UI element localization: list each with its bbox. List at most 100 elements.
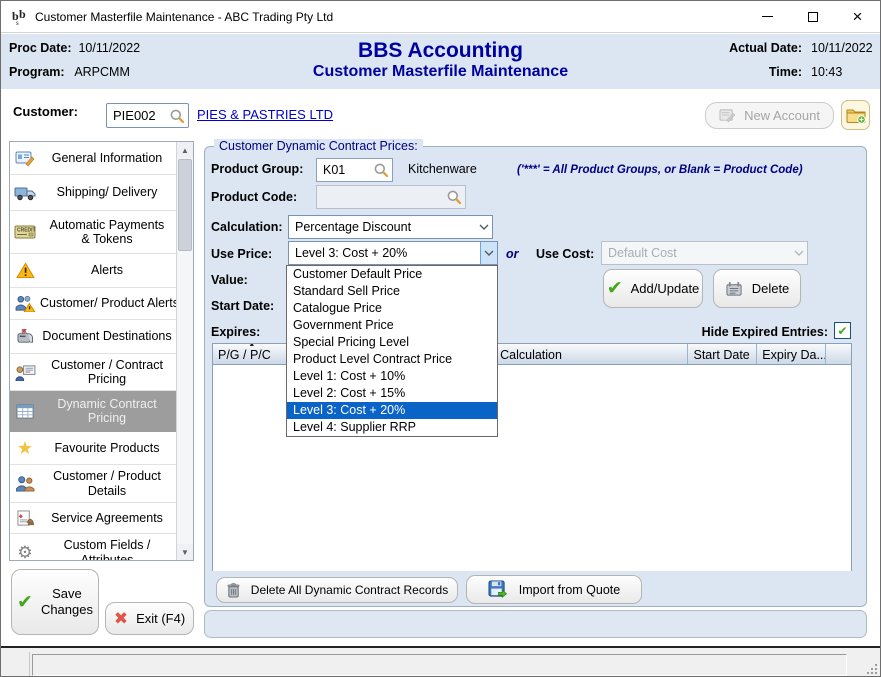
svg-text:s: s [16,19,19,26]
sidebar-item-label: Favourite Products [40,441,176,455]
app-window: bbs Customer Masterfile Maintenance - AB… [0,0,881,677]
dropdown-option-level-1-cost-10[interactable]: Level 1: Cost + 10% [287,368,497,385]
import-from-quote-button[interactable]: Import from Quote [466,575,642,604]
sidebar-item-customer-contract-pricing[interactable]: Customer / ContractPricing [10,354,176,391]
grid-column-header-start-date[interactable]: Start Date [688,344,757,364]
grid-column-label: Calculation [500,348,562,362]
sidebar-list: General Information Shipping/ Delivery CRE… [10,142,176,560]
dropdown-option-product-level-contract-price[interactable]: Product Level Contract Price [287,351,497,368]
grid-column-header-calculation[interactable]: Calculation [495,344,688,364]
svg-text:CREDIT: CREDIT [17,228,36,234]
grid-column-header-expiry-da[interactable]: Expiry Da... [757,344,826,364]
status-message-area [32,654,847,676]
delete-all-records-button[interactable]: Delete All Dynamic Contract Records [216,577,458,603]
sidebar-item-document-destinations[interactable]: Document Destinations [10,320,176,354]
save-changes-button[interactable]: ✔ SaveChanges [11,569,99,635]
rolodex-icon [725,280,744,297]
grid-column-header-p-g-p-c[interactable]: ▲P/G / P/C [213,344,292,364]
sidebar-item-customer-product-alerts[interactable]: Customer/ Product Alerts [10,288,176,320]
product-group-name: Kitchenware [408,162,477,176]
grid-column-header[interactable] [826,344,851,364]
people-icon [10,475,40,492]
sidebar-item-general-information[interactable]: General Information [10,142,176,175]
delete-button[interactable]: Delete [713,269,801,308]
sidebar-item-favourite-products[interactable]: ★Favourite Products [10,432,176,465]
scroll-up-icon[interactable]: ▲ [177,142,193,158]
scroll-down-icon[interactable]: ▼ [177,544,193,560]
actual-date-label: Actual Date: [729,41,802,55]
minimize-button[interactable] [745,1,790,32]
person-board-icon [10,364,40,381]
dropdown-option-level-2-cost-15[interactable]: Level 2: Cost + 15% [287,385,497,402]
grid-table-icon [10,403,40,420]
dropdown-option-level-3-cost-20[interactable]: Level 3: Cost + 20% [287,402,497,419]
chevron-down-icon[interactable] [480,242,497,264]
time-value: 10:43 [811,65,842,79]
use-price-dropdown: Customer Default PriceStandard Sell Pric… [286,265,498,437]
use-price-select[interactable]: Level 3: Cost + 20% [288,241,498,265]
sidebar-item-label: Customer / ContractPricing [40,358,176,387]
dropdown-option-level-4-supplier-rrp[interactable]: Level 4: Supplier RRP [287,419,497,436]
chevron-down-icon [790,242,807,264]
dropdown-option-standard-sell-price[interactable]: Standard Sell Price [287,283,497,300]
customer-name-link[interactable]: PIES & PASTRIES LTD [197,107,333,122]
customer-row: Customer: PIE002 PIES & PASTRIES LTD New… [1,89,880,139]
product-code-input[interactable] [316,185,466,209]
save-changes-label: SaveChanges [41,586,93,619]
check-icon: ✔ [17,593,33,612]
resize-grip[interactable] [864,661,878,675]
grid-column-label: Start Date [693,348,749,362]
exit-label: Exit (F4) [136,611,185,626]
chevron-down-icon[interactable] [475,216,492,238]
search-icon[interactable] [446,189,462,205]
maximize-button[interactable] [790,1,835,32]
value-label: Value: [211,273,248,287]
product-group-value: K01 [323,163,345,177]
hide-expired-label: Hide Expired Entries: [641,325,828,339]
exit-button[interactable]: ✖ Exit (F4) [105,602,194,635]
folder-add-icon [846,106,866,124]
close-icon: × [853,8,863,25]
hide-expired-checkbox[interactable]: ✔ [834,322,851,339]
panel-legend: Customer Dynamic Contract Prices: [214,139,423,153]
sidebar-item-label: Custom Fields /Attributes [40,538,176,560]
product-group-label: Product Group: [211,162,303,176]
delete-all-label: Delete All Dynamic Contract Records [251,583,448,597]
maximize-icon [808,12,818,22]
dropdown-option-catalogue-price[interactable]: Catalogue Price [287,300,497,317]
id-card-icon [10,148,40,168]
use-price-label: Use Price: [211,247,272,261]
use-cost-label: Use Cost: [536,247,594,261]
use-cost-select[interactable]: Default Cost [601,241,808,265]
close-button[interactable]: × [835,1,880,32]
customer-code-input[interactable]: PIE002 [106,103,189,128]
status-bar [1,646,880,677]
scrollbar-thumb[interactable] [178,159,192,251]
add-update-button[interactable]: ✔Add/Update [603,269,703,308]
new-account-button[interactable]: New Account [705,102,834,129]
calculation-select[interactable]: Percentage Discount [288,215,493,239]
svg-text:b: b [19,8,26,21]
dropdown-option-special-pricing-level[interactable]: Special Pricing Level [287,334,497,351]
sidebar-item-automatic-payments-tokens[interactable]: CREDITAutomatic Payments& Tokens [10,211,176,254]
customer-label: Customer: [13,104,78,119]
sidebar-item-custom-fields-attributes[interactable]: ⚙Custom Fields /Attributes [10,534,176,560]
dropdown-option-customer-default-price[interactable]: Customer Default Price [287,266,497,283]
product-group-input[interactable]: K01 [316,158,393,182]
dropdown-option-government-price[interactable]: Government Price [287,317,497,334]
sidebar-item-dynamic-contract-pricing[interactable]: Dynamic ContractPricing [10,391,176,432]
credit-card-icon: CREDIT [10,224,40,240]
sidebar-item-label: Shipping/ Delivery [40,185,176,199]
checkmark-icon: ✔ [837,325,847,337]
sidebar-item-service-agreements[interactable]: Service Agreements [10,503,176,534]
sidebar-item-alerts[interactable]: Alerts [10,254,176,288]
start-date-label: Start Date: [211,299,274,313]
search-icon[interactable] [169,108,185,124]
open-account-folder-button[interactable] [841,100,870,130]
title-bar: bbs Customer Masterfile Maintenance - AB… [1,1,880,33]
sidebar-scrollbar[interactable]: ▲ ▼ [176,142,193,560]
search-icon[interactable] [373,162,389,178]
sidebar-item-customer-product-details[interactable]: Customer / ProductDetails [10,465,176,503]
sidebar-item-shipping-delivery[interactable]: Shipping/ Delivery [10,175,176,211]
close-x-icon: ✖ [114,610,128,627]
